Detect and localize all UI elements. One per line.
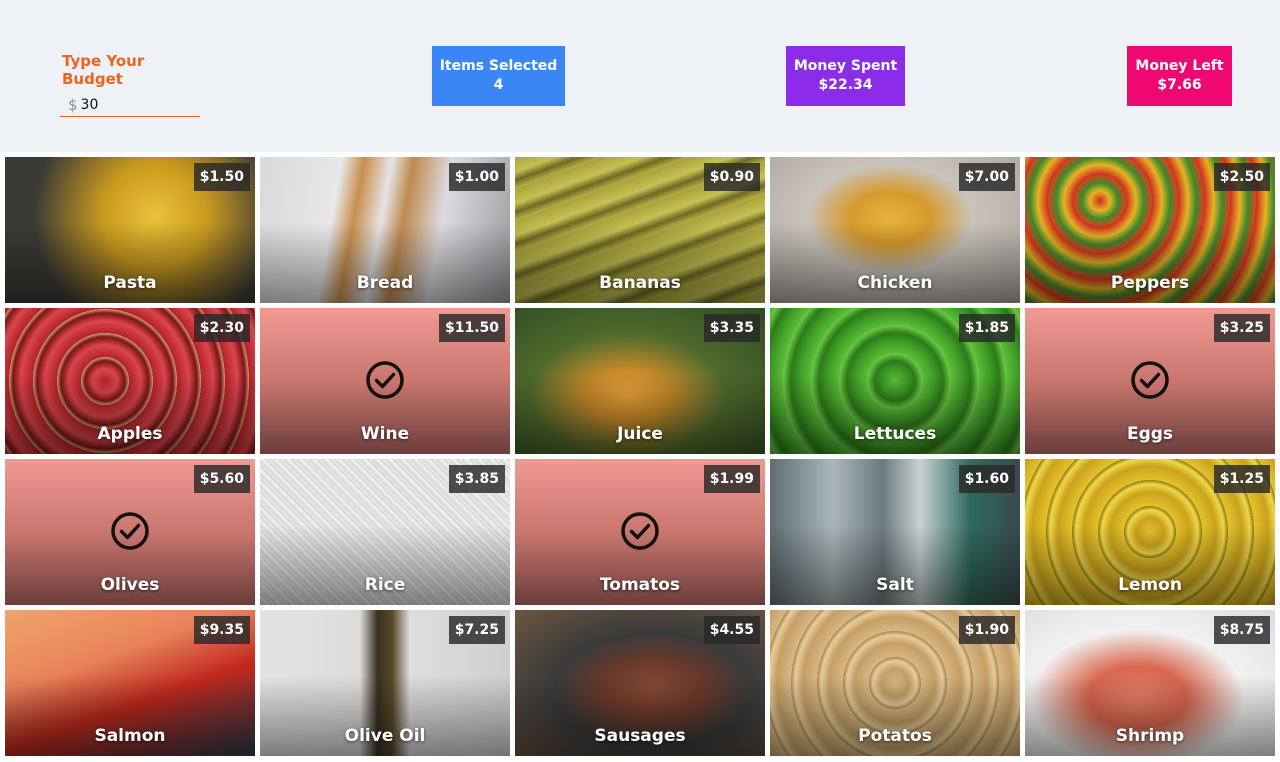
product-tile[interactable]: $5.60 Olives: [5, 459, 255, 605]
money-left-label: Money Left: [1135, 58, 1224, 74]
product-tile[interactable]: $2.30 Apples: [5, 308, 255, 454]
product-tile[interactable]: $9.35 Salmon: [5, 610, 255, 756]
product-name: Chicken: [857, 273, 933, 293]
checkmark-icon: [366, 361, 404, 399]
product-name: Pasta: [103, 273, 157, 293]
product-grid: $1.50 Pasta $1.00 Bread $0.90 Bananas $7.00 Chi…: [5, 157, 1275, 757]
product-tile[interactable]: $3.35 Juice: [515, 308, 765, 454]
product-name: Salt: [876, 575, 914, 595]
product-tile[interactable]: $1.25 Lemon: [1025, 459, 1275, 605]
header-bar: Type Your Budget $ Items Selected 4 Mone…: [0, 0, 1280, 152]
price-badge: $2.50: [1213, 163, 1270, 191]
price-badge: $1.85: [958, 314, 1015, 342]
price-badge: $1.99: [703, 465, 760, 493]
money-left-value: $7.66: [1157, 77, 1202, 93]
product-name: Eggs: [1126, 424, 1174, 444]
money-spent-label: Money Spent: [793, 58, 898, 74]
product-tile[interactable]: $1.50 Pasta: [5, 157, 255, 303]
product-tile[interactable]: $1.99 Tomatos: [515, 459, 765, 605]
product-name: Sausages: [594, 726, 686, 746]
budget-label: Type Your Budget: [62, 52, 145, 88]
price-badge: $1.50: [193, 163, 250, 191]
product-name: Peppers: [1110, 273, 1190, 293]
items-selected-card: Items Selected 4: [432, 46, 565, 106]
price-badge: $1.90: [958, 616, 1015, 644]
price-badge: $3.25: [1213, 314, 1270, 342]
price-badge: $3.35: [703, 314, 760, 342]
budget-input[interactable]: [80, 95, 181, 115]
product-name: Lemon: [1118, 575, 1182, 595]
product-tile[interactable]: $0.90 Bananas: [515, 157, 765, 303]
money-spent-value: $22.34: [818, 77, 873, 93]
price-badge: $11.50: [438, 314, 505, 342]
checkmark-icon: [621, 512, 659, 550]
price-badge: $2.30: [193, 314, 250, 342]
price-badge: $5.60: [193, 465, 250, 493]
product-tile[interactable]: $7.00 Chicken: [770, 157, 1020, 303]
product-name: Shrimp: [1115, 726, 1185, 746]
money-left-card: Money Left $7.66: [1127, 46, 1232, 106]
product-tile[interactable]: $3.25 Eggs: [1025, 308, 1275, 454]
product-tile[interactable]: $1.60 Salt: [770, 459, 1020, 605]
product-name: Tomatos: [599, 575, 681, 595]
price-badge: $1.60: [958, 465, 1015, 493]
price-badge: $0.90: [703, 163, 760, 191]
product-name: Bananas: [599, 273, 681, 293]
price-badge: $4.55: [703, 616, 760, 644]
product-tile[interactable]: $1.00 Bread: [260, 157, 510, 303]
product-name: Lettuces: [853, 424, 937, 444]
price-badge: $8.75: [1213, 616, 1270, 644]
items-selected-label: Items Selected: [439, 58, 558, 74]
product-name: Rice: [364, 575, 406, 595]
currency-symbol: $: [68, 96, 78, 114]
product-tile[interactable]: $4.55 Sausages: [515, 610, 765, 756]
product-tile[interactable]: $1.90 Potatos: [770, 610, 1020, 756]
product-tile[interactable]: $1.85 Lettuces: [770, 308, 1020, 454]
price-badge: $3.85: [448, 465, 505, 493]
product-name: Wine: [360, 424, 410, 444]
product-tile[interactable]: $11.50 Wine: [260, 308, 510, 454]
checkmark-icon: [1131, 361, 1169, 399]
price-badge: $7.00: [958, 163, 1015, 191]
items-selected-value: 4: [493, 77, 504, 93]
product-tile[interactable]: $8.75 Shrimp: [1025, 610, 1275, 756]
product-name: Juice: [617, 424, 663, 444]
product-tile[interactable]: $7.25 Olive Oil: [260, 610, 510, 756]
checkmark-icon: [111, 512, 149, 550]
product-tile[interactable]: $2.50 Peppers: [1025, 157, 1275, 303]
budget-group: Type Your Budget $: [60, 52, 200, 117]
money-spent-card: Money Spent $22.34: [786, 46, 905, 106]
product-name: Apples: [97, 424, 163, 444]
price-badge: $7.25: [448, 616, 505, 644]
price-badge: $1.25: [1213, 465, 1270, 493]
product-name: Bread: [356, 273, 414, 293]
product-name: Potatos: [858, 726, 932, 746]
price-badge: $9.35: [193, 616, 250, 644]
price-badge: $1.00: [448, 163, 505, 191]
product-name: Olives: [100, 575, 160, 595]
product-name: Salmon: [94, 726, 166, 746]
budget-field[interactable]: $: [60, 94, 200, 117]
product-tile[interactable]: $3.85 Rice: [260, 459, 510, 605]
product-name: Olive Oil: [344, 726, 426, 746]
